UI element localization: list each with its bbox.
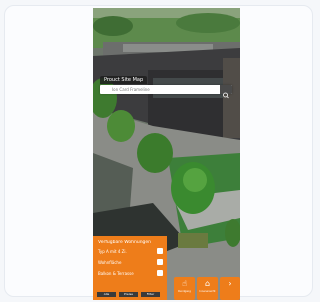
search-button[interactable]: [220, 85, 232, 99]
filter-row[interactable]: Typ A mit 4 Zi.: [98, 248, 163, 259]
filter-label: Typ A mit 4 Zi.: [98, 249, 127, 254]
search-input[interactable]: [102, 85, 214, 94]
cursor-icon: ☝: [182, 279, 187, 288]
panel-buttons: Alle Preise Filter: [97, 292, 160, 297]
filter-checkbox[interactable]: [157, 270, 163, 276]
tile-label: Innenansicht: [199, 290, 216, 293]
tile-next[interactable]: ›: [220, 277, 240, 300]
filter-row[interactable]: Wohnfläche: [98, 259, 163, 270]
filter-checkbox[interactable]: [157, 248, 163, 254]
panel-button-filter[interactable]: Filter: [141, 292, 160, 297]
mobile-viewport: Prouct Site Map Verfügbare Wohnungen Typ…: [93, 8, 240, 300]
panel-button-all[interactable]: Alle: [97, 292, 116, 297]
filter-label: Wohnfläche: [98, 260, 122, 265]
search-bar: [100, 85, 232, 99]
arrow-icon: ›: [228, 279, 232, 288]
search-title: Prouct Site Map: [100, 76, 148, 84]
filter-checkbox[interactable]: [157, 259, 163, 265]
tile-label: Rundgang: [178, 290, 191, 293]
panel-title: Verfügbare Wohnungen: [98, 240, 152, 245]
filter-label: Balkon & Terrasse: [98, 271, 134, 276]
tile-tour[interactable]: ☝ Rundgang: [174, 277, 195, 300]
filter-row[interactable]: Balkon & Terrasse: [98, 270, 163, 281]
building-icon: ⌂: [204, 279, 211, 288]
search-icon: [223, 92, 229, 99]
action-tiles: ☝ Rundgang ⌂ Innenansicht ›: [168, 277, 240, 300]
site-search: Prouct Site Map: [100, 66, 232, 99]
tile-interior[interactable]: ⌂ Innenansicht: [197, 277, 218, 300]
filter-panel: Verfügbare Wohnungen Typ A mit 4 Zi. Woh…: [93, 236, 167, 300]
panel-button-prices[interactable]: Preise: [119, 292, 138, 297]
